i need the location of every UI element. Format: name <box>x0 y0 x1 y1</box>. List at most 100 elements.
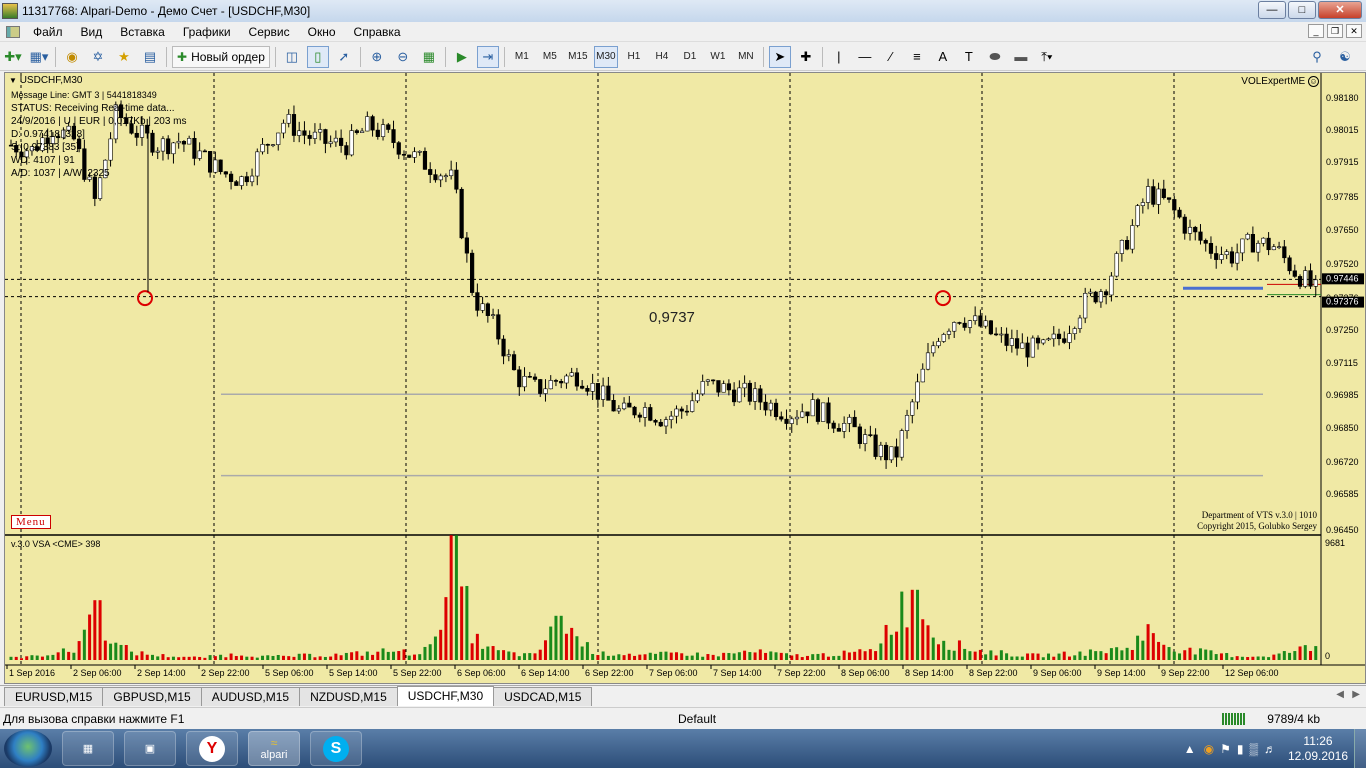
volume-bar <box>999 650 1003 660</box>
mdi-restore-button[interactable]: ❐ <box>1327 24 1343 38</box>
period-m15[interactable]: M15 <box>566 46 590 68</box>
candle-body <box>559 381 564 384</box>
zoom-out-icon[interactable]: ⊖ <box>392 46 414 68</box>
rectangle-icon[interactable]: ▬ <box>1010 46 1032 68</box>
volume-bar <box>1088 649 1092 660</box>
profile-name[interactable]: Default <box>678 712 716 726</box>
tab-eurusd[interactable]: EURUSD,M15 <box>4 687 104 706</box>
show-desktop-button[interactable] <box>1354 729 1366 768</box>
volume-bar <box>1078 651 1082 660</box>
network-icon[interactable]: ▒ <box>1249 742 1258 756</box>
candle-body <box>658 421 663 427</box>
alpari-terminal-icon[interactable]: ≈ alpari <box>248 731 300 766</box>
tab-gbpusd[interactable]: GBPUSD,M15 <box>102 687 202 706</box>
market-watch-icon[interactable]: ◉ <box>61 46 83 68</box>
tab-audusd[interactable]: AUDUSD,M15 <box>200 687 301 706</box>
flag-icon[interactable]: ⚑ <box>1220 742 1231 756</box>
candle-body <box>208 151 213 173</box>
new-chart-icon[interactable]: ✚▾ <box>2 46 24 68</box>
line-chart-icon[interactable]: ➚ <box>333 46 355 68</box>
cursor-icon[interactable]: ➤ <box>768 45 791 68</box>
community-icon[interactable]: ☯ <box>1334 46 1356 68</box>
start-button[interactable] <box>4 730 52 767</box>
volume-bar <box>371 654 375 660</box>
new-order-button[interactable]: ✚ Новый ордер <box>172 45 270 68</box>
volume-bar <box>418 654 422 660</box>
trendline-icon[interactable]: ∕ <box>880 46 902 68</box>
period-h1[interactable]: H1 <box>622 46 646 68</box>
menu-button[interactable]: Menu <box>11 515 51 529</box>
volume-icon[interactable]: ♬ <box>1264 742 1276 756</box>
menu-insert[interactable]: Вставка <box>111 25 174 39</box>
text-icon[interactable]: A <box>932 46 954 68</box>
navigator-icon[interactable]: ✡ <box>87 46 109 68</box>
period-d1[interactable]: D1 <box>678 46 702 68</box>
tab-usdchf[interactable]: USDCHF,M30 <box>396 686 495 706</box>
volume-bar <box>774 652 778 660</box>
profiles-icon[interactable]: ▦▾ <box>28 46 50 68</box>
device-icon[interactable]: ▮ <box>1237 742 1244 756</box>
yandex-browser-icon[interactable]: Y <box>186 731 238 766</box>
period-m5[interactable]: M5 <box>538 46 562 68</box>
period-m1[interactable]: M1 <box>510 46 534 68</box>
volume-bar <box>638 654 642 660</box>
close-button[interactable]: ✕ <box>1318 1 1362 19</box>
equidistant-channel-icon[interactable]: ≡ <box>906 46 928 68</box>
show-hidden-icons-icon[interactable]: ▲ <box>1184 742 1196 756</box>
ellipse-icon[interactable]: ⬬ <box>984 46 1006 68</box>
computer-icon[interactable]: ▣ <box>124 731 176 766</box>
time-axis-label: 12 Sep 06:00 <box>1225 668 1279 678</box>
horizontal-line-icon[interactable]: — <box>854 46 876 68</box>
chart-shift-icon[interactable]: ⇥ <box>476 45 499 68</box>
help-hint: Для вызова справки нажмите F1 <box>3 712 185 726</box>
volume-bar <box>1193 654 1197 660</box>
calculator-icon[interactable]: ▦ <box>62 731 114 766</box>
bar-chart-icon[interactable]: ◫ <box>281 46 303 68</box>
mdi-close-button[interactable]: ✕ <box>1346 24 1362 38</box>
candle-body <box>763 401 768 411</box>
volume-bar <box>716 656 720 660</box>
skype-icon[interactable]: S <box>310 731 362 766</box>
minimize-button[interactable]: — <box>1258 1 1286 19</box>
tab-nzdusd[interactable]: NZDUSD,M15 <box>299 687 398 706</box>
volume-bar <box>690 655 694 660</box>
arrows-icon[interactable]: ⤒▾ <box>1036 46 1058 68</box>
expert-advisor-label[interactable]: VOLExpertME ☺ <box>1241 76 1319 87</box>
zoom-in-icon[interactable]: ⊕ <box>366 46 388 68</box>
tile-windows-icon[interactable]: ▦ <box>418 46 440 68</box>
menu-file[interactable]: Файл <box>24 25 72 39</box>
menu-help[interactable]: Справка <box>345 25 410 39</box>
candle-body <box>1229 251 1235 264</box>
chart-window-icon[interactable] <box>6 25 20 38</box>
menu-window[interactable]: Окно <box>299 25 345 39</box>
tab-scroll-left-icon[interactable]: ◀ <box>1336 689 1344 700</box>
crosshair-icon[interactable]: ✚ <box>795 46 817 68</box>
vertical-line-icon[interactable]: | <box>828 46 850 68</box>
tab-usdcad[interactable]: USDCAD,M15 <box>493 687 593 706</box>
system-clock[interactable]: 11:26 12.09.2016 <box>1282 734 1354 764</box>
menu-view[interactable]: Вид <box>72 25 112 39</box>
period-w1[interactable]: W1 <box>706 46 730 68</box>
period-h4[interactable]: H4 <box>650 46 674 68</box>
autoscroll-icon[interactable]: ▶ <box>451 46 473 68</box>
chart-window[interactable]: 1 Sep 2016 2 Sep 06:00 2 Sep 14:00 2 Sep 22… <box>4 72 1366 684</box>
volume-bar <box>402 649 406 660</box>
menu-charts[interactable]: Графики <box>174 25 240 39</box>
terminal-icon[interactable]: ▤ <box>139 46 161 68</box>
chart-canvas[interactable]: 1 Sep 2016 2 Sep 06:00 2 Sep 14:00 2 Sep 22… <box>5 73 1365 683</box>
sync-icon[interactable]: ◉ <box>1204 742 1214 756</box>
candle-body <box>627 402 632 408</box>
tab-scroll-right-icon[interactable]: ▶ <box>1352 689 1360 700</box>
maximize-button[interactable]: □ <box>1288 1 1316 19</box>
candlestick-icon[interactable]: ▯ <box>306 45 329 68</box>
period-mn[interactable]: MN <box>734 46 758 68</box>
candle-body <box>1224 251 1229 256</box>
menu-tools[interactable]: Сервис <box>240 25 299 39</box>
candle-body <box>564 375 569 384</box>
text-label-icon[interactable]: T <box>958 46 980 68</box>
volume-bar <box>669 652 673 660</box>
mdi-minimize-button[interactable]: _ <box>1308 24 1324 38</box>
search-icon[interactable]: ⚲ <box>1306 46 1328 68</box>
favorites-icon[interactable]: ★ <box>113 46 135 68</box>
period-m30[interactable]: M30 <box>593 45 618 68</box>
